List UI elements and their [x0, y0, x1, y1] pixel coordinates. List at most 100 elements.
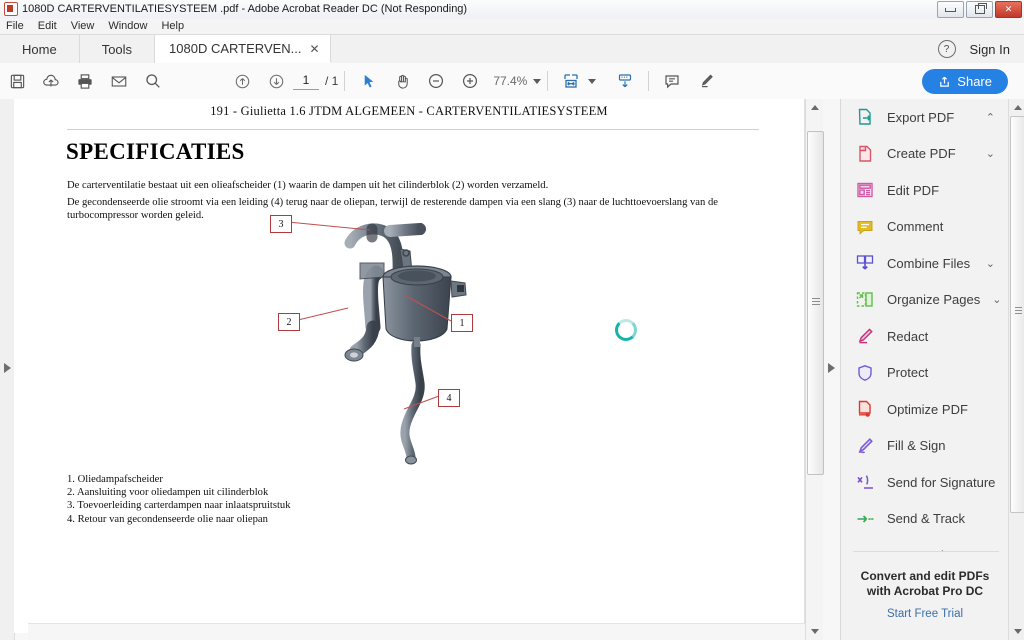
menu-item-window[interactable]: Window: [108, 20, 147, 32]
tab-home[interactable]: Home: [0, 35, 80, 63]
hand-icon[interactable]: [385, 66, 419, 96]
sign-in-button[interactable]: Sign In: [970, 42, 1010, 57]
tool-export-pdf[interactable]: Export PDF ⌃: [841, 99, 1009, 136]
fit-width-icon[interactable]: [554, 66, 588, 96]
acrobat-icon: [4, 2, 18, 16]
scroll-mode-icon[interactable]: [608, 66, 642, 96]
upload-cloud-icon[interactable]: [34, 66, 68, 96]
technical-illustration: [314, 219, 544, 469]
horizontal-scrollbar[interactable]: [28, 623, 819, 640]
expand-tools-pane-icon[interactable]: [828, 363, 835, 373]
save-icon[interactable]: [0, 66, 34, 96]
menu-item-view[interactable]: View: [71, 20, 95, 32]
menu-item-edit[interactable]: Edit: [38, 20, 57, 32]
chevron-down-icon[interactable]: ⌄: [992, 293, 1001, 306]
create-pdf-icon: [855, 144, 875, 164]
tool-organize-pages[interactable]: Organize Pages ⌄: [841, 282, 1009, 319]
combine-files-icon: [855, 253, 875, 273]
zoom-out-icon[interactable]: [419, 66, 453, 96]
help-icon[interactable]: ?: [937, 40, 956, 58]
edit-pdf-icon: [855, 180, 875, 200]
page-title: SPECIFICATIES: [66, 139, 245, 164]
tools-scroll-down-arrow[interactable]: [1009, 623, 1024, 640]
tool-comment[interactable]: Comment: [841, 209, 1009, 246]
expand-nav-pane-icon[interactable]: [4, 363, 11, 373]
search-icon[interactable]: [136, 66, 170, 96]
document-paragraph-1: De carterventilatie bestaat uit een olie…: [67, 180, 549, 191]
tool-label: Protect: [887, 365, 929, 381]
page-up-icon[interactable]: [225, 66, 259, 96]
tool-edit-pdf[interactable]: Edit PDF: [841, 172, 1009, 209]
close-icon[interactable]: ✕: [310, 42, 320, 56]
window-controls: ✕: [937, 1, 1022, 18]
share-icon: [940, 76, 950, 87]
promo-line-2: with Acrobat Pro DC: [866, 584, 984, 598]
tool-send-track[interactable]: Send & Track: [841, 501, 1009, 538]
highlighter-icon[interactable]: [689, 66, 723, 96]
toolbar-divider: [344, 71, 346, 91]
loading-spinner: [615, 319, 637, 341]
zoom-in-icon[interactable]: [453, 66, 487, 96]
zoom-level-value[interactable]: 77.4%: [487, 74, 533, 88]
tool-label: Export PDF: [887, 109, 955, 125]
cursor-select-icon[interactable]: [351, 66, 385, 96]
tools-divider: [853, 551, 999, 552]
toolbar-divider-3: [648, 71, 650, 91]
tool-combine-files[interactable]: Combine Files ⌄: [841, 245, 1009, 282]
start-free-trial-link[interactable]: Start Free Trial: [841, 608, 1009, 620]
tools-scroll-up-arrow[interactable]: [1009, 99, 1024, 116]
tab-document-label: 1080D CARTERVEN...: [169, 41, 302, 56]
promo-banner: Convert and edit PDFs with Acrobat Pro D…: [841, 569, 1009, 620]
toolbar-divider-2: [547, 71, 549, 91]
legend-item-3: 3. Toevoerleiding carterdampen naar inla…: [67, 500, 291, 512]
pdf-page: 191 - Giulietta 1.6 JTDM ALGEMEEN - CART…: [14, 99, 819, 640]
tools-panel-scrollbar[interactable]: [1008, 99, 1024, 640]
tools-scrollbar-thumb[interactable]: [1010, 116, 1024, 513]
tools-panel: Export PDF ⌃ Create PDF ⌄ Edit PDF Comme…: [840, 99, 1024, 640]
tab-tools[interactable]: Tools: [80, 35, 156, 63]
tool-label: Send & Track: [887, 511, 966, 527]
legend-item-4: 4. Retour van gecondenseerde olie naar o…: [67, 513, 268, 525]
tool-label: Comment: [887, 219, 944, 235]
tool-label: Organize Pages: [887, 292, 981, 308]
chevron-down-icon[interactable]: ⌄: [986, 147, 995, 160]
share-button[interactable]: Share: [922, 68, 1008, 94]
export-pdf-icon: [855, 107, 875, 127]
legend-list: 1. Oliedampafscheider 2. Aansluiting voo…: [67, 473, 291, 526]
menu-item-help[interactable]: Help: [161, 20, 184, 32]
share-label: Share: [957, 73, 992, 89]
tab-document[interactable]: 1080D CARTERVEN... ✕: [155, 35, 331, 63]
tool-create-pdf[interactable]: Create PDF ⌄: [841, 136, 1009, 173]
fill-sign-icon: [855, 436, 875, 456]
chevron-down-icon[interactable]: ⌄: [986, 257, 995, 270]
chevron-up-icon[interactable]: ⌃: [986, 111, 995, 124]
comment-icon[interactable]: [655, 66, 689, 96]
email-icon[interactable]: [102, 66, 136, 96]
maximize-button[interactable]: [966, 1, 993, 18]
callout-3: 3: [270, 215, 292, 233]
tool-protect[interactable]: Protect: [841, 355, 1009, 392]
chevron-down-fit-icon[interactable]: [588, 78, 597, 84]
tool-label: Combine Files: [887, 255, 971, 271]
minimize-button[interactable]: [937, 1, 964, 18]
print-icon[interactable]: [68, 66, 102, 96]
close-button[interactable]: ✕: [995, 1, 1022, 18]
page-down-icon[interactable]: [259, 66, 293, 96]
scrollbar-thumb[interactable]: [807, 131, 824, 475]
tool-send-for-signature[interactable]: Send for Signature: [841, 464, 1009, 501]
oil-separator-diagram: [344, 223, 467, 465]
legend-item-2: 2. Aansluiting voor oliedampen uit cilin…: [67, 487, 269, 499]
menu-item-file[interactable]: File: [6, 20, 24, 32]
scroll-down-arrow[interactable]: [806, 623, 823, 640]
tool-label: Optimize PDF: [887, 401, 968, 417]
tool-fill-sign[interactable]: Fill & Sign: [841, 428, 1009, 465]
tool-redact[interactable]: Redact: [841, 318, 1009, 355]
chevron-down-icon[interactable]: [533, 78, 542, 84]
tool-more-tools[interactable]: More Tools: [841, 537, 1009, 551]
document-vertical-scrollbar[interactable]: [805, 99, 824, 640]
scroll-up-arrow[interactable]: [806, 99, 823, 116]
page-number-input[interactable]: 1: [293, 72, 319, 90]
tool-optimize-pdf[interactable]: Optimize PDF: [841, 391, 1009, 428]
tool-label: Send for Signature: [887, 474, 996, 490]
send-signature-icon: [855, 472, 875, 492]
